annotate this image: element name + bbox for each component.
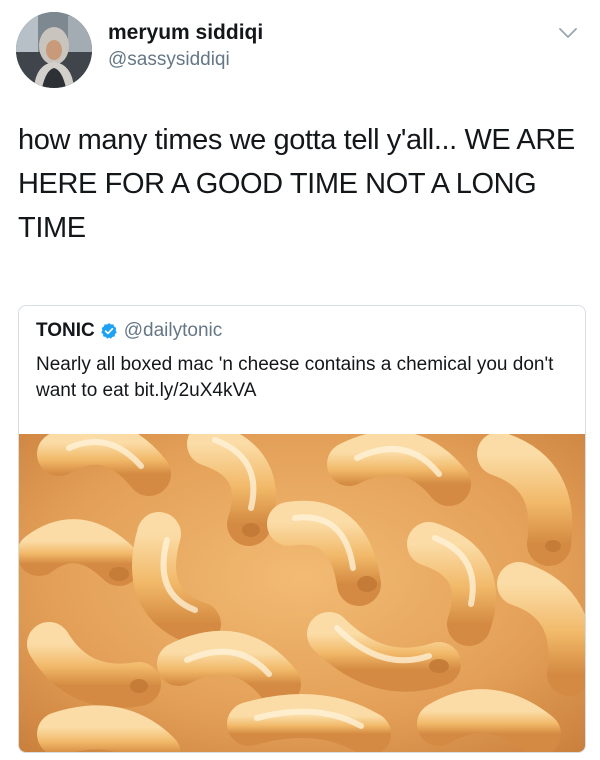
author-names: meryum siddiqi @sassysiddiqi [108,20,263,72]
verified-badge-icon [101,323,117,339]
author-handle[interactable]: @sassysiddiqi [108,48,263,72]
quoted-handle[interactable]: @dailytonic [124,320,223,342]
mac-and-cheese-photo[interactable] [19,434,585,752]
quoted-tweet-header: TONIC @dailytonic [36,320,222,342]
author-display-name[interactable]: meryum siddiqi [108,20,263,46]
quoted-tweet-text: Nearly all boxed mac 'n cheese contains … [36,354,554,401]
tweet: meryum siddiqi @sassysiddiqi how many ti… [0,0,600,760]
quoted-tweet-card[interactable]: TONIC @dailytonic Nearly all boxed mac '… [18,305,586,753]
chevron-down-icon[interactable] [558,26,578,40]
tweet-text: how many times we gotta tell y'all... WE… [18,124,575,244]
avatar[interactable] [16,12,92,88]
tweet-header: meryum siddiqi @sassysiddiqi [16,12,263,88]
quoted-display-name[interactable]: TONIC [36,320,95,342]
